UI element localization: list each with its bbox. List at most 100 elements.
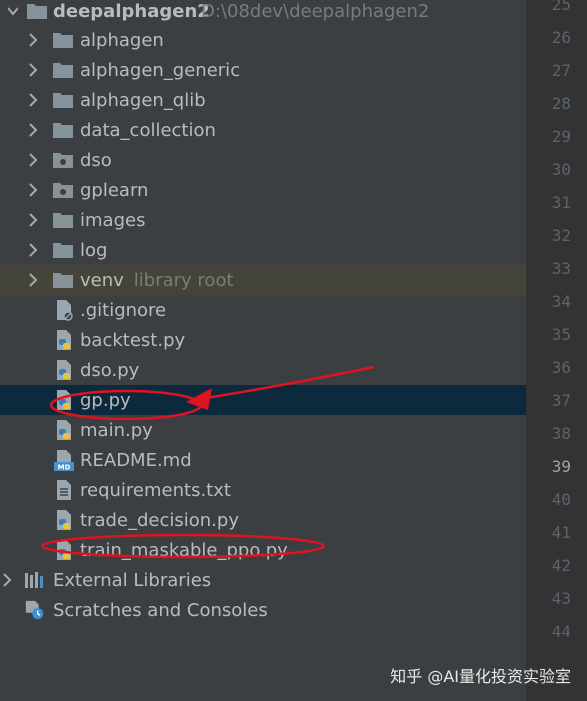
project-name: deepalphagen2: [53, 0, 210, 22]
folder-label: venv library root: [80, 270, 234, 291]
folder-row-venv[interactable]: venv library root: [0, 265, 526, 295]
file-row-backtest[interactable]: backtest.py: [0, 325, 526, 355]
file-label: dso.py: [80, 359, 140, 381]
file-row-main[interactable]: main.py: [0, 415, 526, 445]
line-number: 43: [551, 589, 571, 608]
chevron-right-icon[interactable]: [0, 565, 14, 595]
python-file-icon: [53, 509, 75, 531]
file-row-trade-decision[interactable]: trade_decision.py: [0, 505, 526, 535]
file-row-gp[interactable]: gp.py: [0, 385, 526, 415]
python-file-icon: [53, 329, 75, 351]
folder-row-alphagen-generic[interactable]: alphagen_generic: [0, 55, 526, 85]
chevron-right-icon[interactable]: [26, 25, 40, 55]
project-tree-panel: deepalphagen2 D:\08dev\deepalphagen2 alp…: [0, 0, 526, 701]
folder-label: alphagen_generic: [80, 59, 241, 81]
file-row-dso[interactable]: dso.py: [0, 355, 526, 385]
watermark: 知乎 @AI量化投资实验室: [390, 667, 571, 686]
line-number: 36: [551, 358, 571, 377]
external-libraries-label: External Libraries: [53, 569, 212, 591]
folder-label: gplearn: [80, 179, 149, 201]
chevron-right-icon[interactable]: [26, 115, 40, 145]
line-number: 40: [551, 490, 571, 509]
venv-label: venv: [80, 269, 124, 291]
project-path: D:\08dev\deepalphagen2: [201, 0, 430, 22]
line-number: 38: [551, 424, 571, 443]
line-number: 28: [551, 94, 571, 113]
line-number: 44: [551, 622, 571, 641]
scratches-consoles-label: Scratches and Consoles: [53, 599, 268, 621]
chevron-right-icon[interactable]: [26, 235, 40, 265]
file-label: gp.py: [80, 389, 131, 411]
folder-icon: [26, 0, 48, 22]
library-icon: [24, 569, 46, 591]
module-folder-icon: [52, 149, 74, 171]
folder-icon: [52, 209, 74, 231]
chevron-right-icon[interactable]: [26, 265, 40, 295]
markdown-file-icon: MD: [53, 449, 75, 471]
folder-row-images[interactable]: images: [0, 205, 526, 235]
folder-label: alphagen: [80, 29, 164, 51]
svg-text:MD: MD: [58, 464, 71, 472]
file-label: README.md: [80, 449, 192, 471]
ignore-file-icon: [53, 299, 75, 321]
editor-gutter: 25 26 27 28 29 30 31 32 33 34 35 36 37 3…: [526, 0, 587, 701]
folder-row-gplearn[interactable]: gplearn: [0, 175, 526, 205]
external-libraries-row[interactable]: External Libraries: [0, 565, 526, 595]
python-file-icon: [53, 539, 75, 561]
folder-row-log[interactable]: log: [0, 235, 526, 265]
line-number: 42: [551, 556, 571, 575]
folder-icon: [52, 59, 74, 81]
folder-icon: [52, 29, 74, 51]
line-number: 34: [551, 292, 571, 311]
scratches-consoles-row[interactable]: Scratches and Consoles: [0, 595, 526, 625]
line-number: 31: [551, 193, 571, 212]
file-label: backtest.py: [80, 329, 186, 351]
file-label: .gitignore: [80, 299, 167, 321]
line-number: 41: [551, 523, 571, 542]
line-number: 33: [551, 259, 571, 278]
python-file-icon: [53, 419, 75, 441]
folder-icon: [52, 269, 74, 291]
file-label: requirements.txt: [80, 479, 231, 501]
line-number: 26: [551, 28, 571, 47]
line-number: 35: [551, 325, 571, 344]
folder-row-alphagen-qlib[interactable]: alphagen_qlib: [0, 85, 526, 115]
line-number: 30: [551, 160, 571, 179]
chevron-down-icon[interactable]: [6, 0, 20, 26]
file-row-train-maskable-ppo[interactable]: train_maskable_ppo.py: [0, 535, 526, 565]
folder-icon: [52, 239, 74, 261]
line-number: 29: [551, 127, 571, 146]
file-row-readme[interactable]: MD README.md: [0, 445, 526, 475]
python-file-icon: [53, 359, 75, 381]
file-label: trade_decision.py: [80, 509, 239, 531]
file-row-requirements[interactable]: requirements.txt: [0, 475, 526, 505]
scratches-icon: [24, 599, 46, 621]
folder-row-dso[interactable]: dso: [0, 145, 526, 175]
line-number: 37: [551, 391, 571, 410]
line-number: 25: [551, 0, 571, 14]
folder-label: log: [80, 239, 108, 261]
chevron-right-icon[interactable]: [26, 85, 40, 115]
chevron-right-icon[interactable]: [26, 145, 40, 175]
current-line-number: 39: [551, 457, 571, 476]
module-folder-icon: [52, 179, 74, 201]
folder-row-data-collection[interactable]: data_collection: [0, 115, 526, 145]
line-number: 27: [551, 61, 571, 80]
folder-label: images: [80, 209, 146, 231]
folder-label: alphagen_qlib: [80, 89, 206, 111]
python-file-icon: [53, 389, 75, 411]
folder-label: dso: [80, 149, 112, 171]
folder-icon: [52, 89, 74, 111]
chevron-right-icon[interactable]: [26, 175, 40, 205]
line-number: 32: [551, 226, 571, 245]
text-file-icon: [53, 479, 75, 501]
library-root-hint: library root: [133, 269, 234, 291]
folder-label: data_collection: [80, 119, 216, 141]
folder-row-alphagen[interactable]: alphagen: [0, 25, 526, 55]
project-root-row[interactable]: deepalphagen2 D:\08dev\deepalphagen2: [0, 0, 526, 26]
chevron-right-icon[interactable]: [26, 55, 40, 85]
chevron-right-icon[interactable]: [26, 205, 40, 235]
file-label: main.py: [80, 419, 153, 441]
folder-icon: [52, 119, 74, 141]
file-row-gitignore[interactable]: .gitignore: [0, 295, 526, 325]
